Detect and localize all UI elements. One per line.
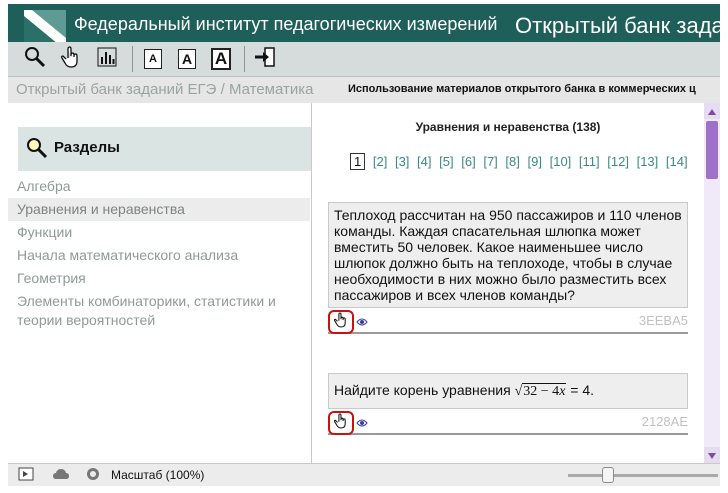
scroll-down-button[interactable] — [704, 447, 720, 463]
status-bar: Масштаб (100%) — [8, 463, 720, 486]
toolbar-separator — [132, 46, 133, 72]
select-task-button[interactable] — [328, 411, 354, 435]
sections-menu: Алгебра Уравнения и неравенства Функции … — [8, 175, 310, 332]
scroll-up-button[interactable] — [704, 103, 720, 119]
sidebar-item-calculus[interactable]: Начала математического анализа — [8, 244, 310, 267]
task-text: Найдите корень уравнения √32 − 4x = 4. — [328, 373, 688, 409]
commercial-use-notice[interactable]: Использование материалов открытого банка… — [348, 83, 720, 95]
task-footer: 2128AE — [328, 409, 688, 435]
section-title: Уравнения и неравенства (138) — [415, 120, 601, 134]
page-link[interactable]: [12] — [607, 154, 629, 169]
cloud-icon[interactable] — [52, 467, 70, 486]
breadcrumb-bar: Открытый банк заданий ЕГЭ / Математика И… — [8, 77, 720, 103]
fipi-logo — [24, 10, 66, 44]
sidebar-item-probability[interactable]: Элементы комбинаторики, статистики и тео… — [8, 290, 310, 332]
page-current: 1 — [350, 153, 366, 170]
task-footer: 3EEBA5 — [328, 308, 688, 334]
page-link[interactable]: [4] — [417, 154, 431, 169]
font-large-button[interactable]: A — [208, 46, 234, 72]
sidebar-item-geometry[interactable]: Геометрия — [8, 267, 310, 290]
zoom-slider-track[interactable] — [568, 474, 718, 477]
search-icon — [24, 46, 46, 73]
page-link[interactable]: [13] — [637, 154, 659, 169]
sidebar-item-functions[interactable]: Функции — [8, 221, 310, 244]
zoom-level[interactable]: Масштаб (100%) — [111, 468, 204, 482]
sections-panel: Разделы Алгебра Уравнения и неравенства … — [8, 103, 314, 463]
font-small-button[interactable]: A — [140, 46, 166, 72]
scroll-thumb[interactable] — [706, 121, 718, 179]
eye-icon[interactable] — [356, 314, 368, 332]
app-header: Федеральный институт педагогических изме… — [8, 4, 728, 44]
page-link[interactable]: [11] — [579, 154, 600, 169]
task-id: 3EEBA5 — [638, 313, 688, 328]
eye-icon[interactable] — [356, 415, 368, 433]
breadcrumb[interactable]: Открытый банк заданий ЕГЭ / Математика — [16, 81, 314, 98]
chart-icon — [97, 47, 117, 72]
bank-title: Открытый банк задан — [515, 13, 728, 38]
magnifier-icon — [26, 137, 48, 164]
task-id: 2128AE — [641, 414, 688, 429]
page-link[interactable]: [8] — [505, 154, 519, 169]
sections-header: Разделы — [18, 127, 314, 171]
vertical-scrollbar[interactable] — [704, 103, 720, 463]
security-icon[interactable] — [85, 467, 101, 486]
select-task-button[interactable] — [328, 310, 354, 334]
radicand-variable: x — [559, 384, 566, 399]
hand-icon — [333, 311, 348, 333]
page-link[interactable]: [7] — [483, 154, 497, 169]
zoom-slider-handle[interactable] — [602, 467, 614, 483]
task-text: Теплоход рассчитан на 950 пассажиров и 1… — [328, 202, 688, 308]
font-medium-label: A — [178, 49, 196, 69]
radicand-constant: 32 − 4 — [523, 384, 560, 399]
arrow-up-icon — [708, 102, 716, 120]
page-link[interactable]: [10] — [550, 154, 572, 169]
square-root: √32 − 4x — [515, 382, 567, 399]
hand-icon — [333, 412, 348, 434]
page-link[interactable]: [2] — [373, 154, 387, 169]
exit-icon — [254, 46, 276, 73]
page-link[interactable]: [5] — [439, 154, 453, 169]
task-card: Теплоход рассчитан на 950 пассажиров и 1… — [328, 202, 688, 334]
hand-icon — [61, 45, 81, 73]
page-link[interactable]: [3] — [395, 154, 409, 169]
task-suffix: = 4. — [566, 382, 595, 398]
sidebar-item-equations[interactable]: Уравнения и неравенства — [8, 198, 310, 221]
page-link[interactable]: [9] — [528, 154, 542, 169]
page-icon[interactable] — [18, 467, 34, 486]
statistics-button[interactable] — [94, 46, 120, 72]
toolbar: A A A — [8, 42, 720, 77]
select-task-button[interactable] — [58, 45, 84, 73]
font-medium-button[interactable]: A — [174, 46, 200, 72]
pagination: 1 [2] [3] [4] [5] [6] [7] [8] [9] [10] [… — [350, 153, 692, 170]
font-large-label: A — [211, 48, 231, 70]
sidebar-item-algebra[interactable]: Алгебра — [8, 175, 310, 198]
exit-button[interactable] — [252, 46, 278, 72]
page-link[interactable]: [14] — [666, 154, 688, 169]
tasks-panel: Уравнения и неравенства (138) 1 [2] [3] … — [312, 103, 704, 463]
task-prefix: Найдите корень уравнения — [334, 382, 515, 398]
radicand: 32 − 4x — [522, 383, 567, 399]
sections-title: Разделы — [54, 139, 120, 156]
toolbar-separator — [244, 46, 245, 72]
arrow-down-icon — [708, 446, 716, 464]
search-button[interactable] — [22, 46, 48, 72]
institute-title: Федеральный институт педагогических изме… — [74, 14, 498, 34]
task-card: Найдите корень уравнения √32 − 4x = 4. 2… — [328, 373, 688, 435]
page-link[interactable]: [6] — [461, 154, 475, 169]
font-small-label: A — [144, 49, 162, 69]
app-window: Федеральный институт педагогических изме… — [0, 0, 728, 493]
